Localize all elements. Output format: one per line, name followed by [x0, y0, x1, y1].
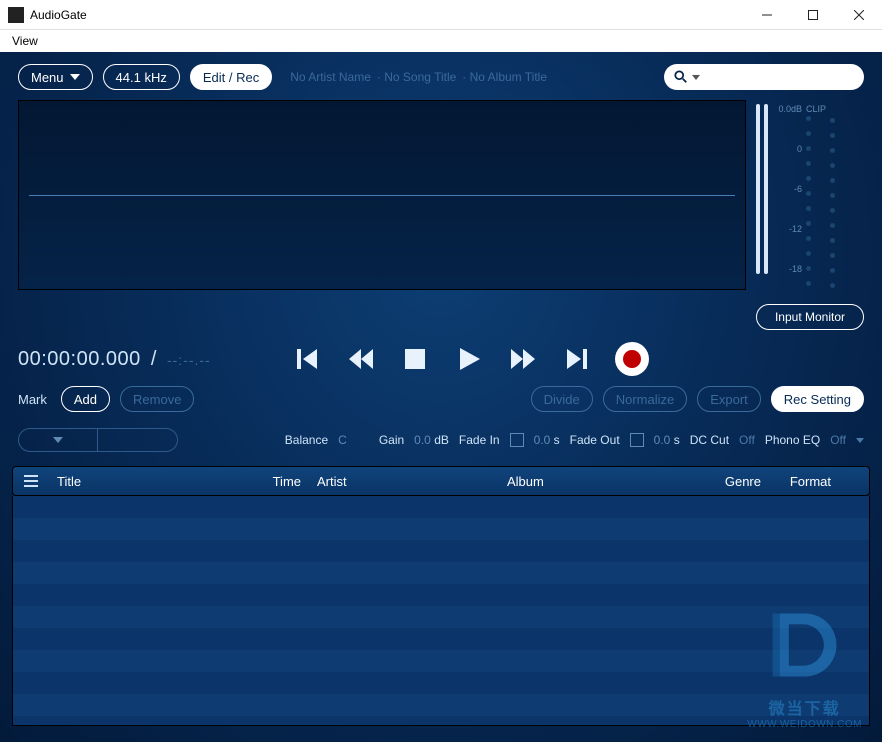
mark-remove-button[interactable]: Remove: [120, 386, 194, 412]
watermark: 微当下载 WWW.WEIDOWN.COM: [747, 600, 862, 730]
watermark-text: 微当下载: [747, 695, 862, 719]
export-button[interactable]: Export: [697, 386, 761, 412]
level-meter-column: 0.0dB 0 -6 -12 -18 CLIP Input Monitor: [756, 100, 864, 330]
prev-track-button[interactable]: [291, 343, 323, 375]
balance-value[interactable]: C: [338, 433, 347, 447]
top-toolbar: Menu 44.1 kHz Edit / Rec No Artist Name …: [0, 52, 882, 100]
waveform-centerline: [29, 195, 735, 196]
minimize-button[interactable]: [744, 0, 790, 30]
clip-dots-right: [830, 118, 835, 288]
meter-bar-right: [764, 104, 768, 274]
mark-add-button[interactable]: Add: [61, 386, 110, 412]
hamburger-icon: [23, 474, 39, 488]
column-format[interactable]: Format: [769, 474, 839, 489]
close-button[interactable]: [836, 0, 882, 30]
meta-song: No Song Title: [377, 70, 456, 84]
menu-label: Menu: [31, 70, 64, 85]
meter-db-label: 0.0dB: [772, 104, 802, 114]
sample-rate-button[interactable]: 44.1 kHz: [103, 64, 180, 90]
window-controls: [744, 0, 882, 30]
window-title: AudioGate: [30, 8, 744, 22]
fadeout-checkbox[interactable]: [630, 433, 644, 447]
gain-value[interactable]: 0.0: [414, 433, 431, 447]
app-icon: [8, 7, 24, 23]
mode-label: Edit / Rec: [203, 70, 259, 85]
time-current: 00:00:00.000: [18, 348, 141, 370]
clip-dots-left: [806, 116, 826, 286]
transport-row: 00:00:00.000 / --:--.--: [0, 330, 882, 382]
column-artist[interactable]: Artist: [309, 474, 499, 489]
chevron-down-icon: [692, 75, 700, 80]
fast-forward-button[interactable]: [507, 343, 539, 375]
normalize-button[interactable]: Normalize: [603, 386, 688, 412]
transport-controls: [291, 342, 649, 376]
level-meter: 0.0dB 0 -6 -12 -18 CLIP: [756, 100, 864, 290]
search-input[interactable]: [664, 64, 864, 90]
mode-button[interactable]: Edit / Rec: [190, 64, 272, 90]
watermark-logo-icon: [760, 600, 850, 690]
time-duration: --:--.--: [167, 352, 211, 368]
table-header: Title Time Artist Album Genre Format: [12, 466, 870, 496]
clip-label: CLIP: [806, 104, 826, 114]
waveform-row: 0.0dB 0 -6 -12 -18 CLIP Input Monitor: [0, 100, 882, 330]
menu-dropdown[interactable]: Menu: [18, 64, 93, 90]
stop-button[interactable]: [399, 343, 431, 375]
selector-right[interactable]: [98, 428, 178, 452]
mark-label: Mark: [18, 392, 47, 407]
dccut-value[interactable]: Off: [739, 433, 755, 447]
column-album[interactable]: Album: [499, 474, 689, 489]
menubar: View: [0, 30, 882, 52]
gain-label: Gain: [379, 433, 404, 447]
balance-label: Balance: [285, 433, 328, 447]
watermark-url: WWW.WEIDOWN.COM: [747, 719, 862, 730]
column-title[interactable]: Title: [49, 474, 249, 489]
table-menu-button[interactable]: [13, 474, 49, 488]
fadein-checkbox[interactable]: [510, 433, 524, 447]
rec-setting-button[interactable]: Rec Setting: [771, 386, 864, 412]
selector-left[interactable]: [18, 428, 98, 452]
input-monitor-button[interactable]: Input Monitor: [756, 304, 864, 330]
chevron-down-icon: [70, 74, 80, 80]
selector-pair: [18, 428, 178, 452]
meta-album: No Album Title: [462, 70, 547, 84]
phonoeq-value[interactable]: Off: [830, 433, 846, 447]
fadeout-label: Fade Out: [570, 433, 620, 447]
chevron-down-icon: [53, 437, 63, 443]
search-icon: [674, 70, 688, 84]
fadeout-value[interactable]: 0.0: [654, 433, 671, 447]
window-titlebar: AudioGate: [0, 0, 882, 30]
sample-rate-value: 44.1 kHz: [116, 70, 167, 85]
mark-row: Mark Add Remove Divide Normalize Export …: [0, 382, 882, 422]
dccut-label: DC Cut: [690, 433, 729, 447]
play-button[interactable]: [453, 343, 485, 375]
rewind-button[interactable]: [345, 343, 377, 375]
fadein-label: Fade In: [459, 433, 500, 447]
waveform-display[interactable]: [18, 100, 746, 290]
record-icon: [623, 350, 641, 368]
chevron-down-icon[interactable]: [856, 438, 864, 443]
meta-artist: No Artist Name: [290, 70, 371, 84]
menu-view[interactable]: View: [6, 32, 44, 50]
column-genre[interactable]: Genre: [689, 474, 769, 489]
next-track-button[interactable]: [561, 343, 593, 375]
column-time[interactable]: Time: [249, 474, 309, 489]
timecode: 00:00:00.000 / --:--.--: [18, 348, 211, 371]
maximize-button[interactable]: [790, 0, 836, 30]
table-body[interactable]: [12, 496, 870, 726]
divide-button[interactable]: Divide: [531, 386, 593, 412]
phonoeq-label: Phono EQ: [765, 433, 820, 447]
record-button[interactable]: [615, 342, 649, 376]
meter-scale: 0.0dB 0 -6 -12 -18: [772, 104, 802, 274]
meter-bar-left: [756, 104, 760, 274]
track-metadata: No Artist Name No Song Title No Album Ti…: [290, 70, 547, 84]
app-body: Menu 44.1 kHz Edit / Rec No Artist Name …: [0, 52, 882, 742]
fadein-value[interactable]: 0.0: [534, 433, 551, 447]
control-row: Balance C Gain 0.0 dB Fade In 0.0 s Fade…: [0, 422, 882, 466]
